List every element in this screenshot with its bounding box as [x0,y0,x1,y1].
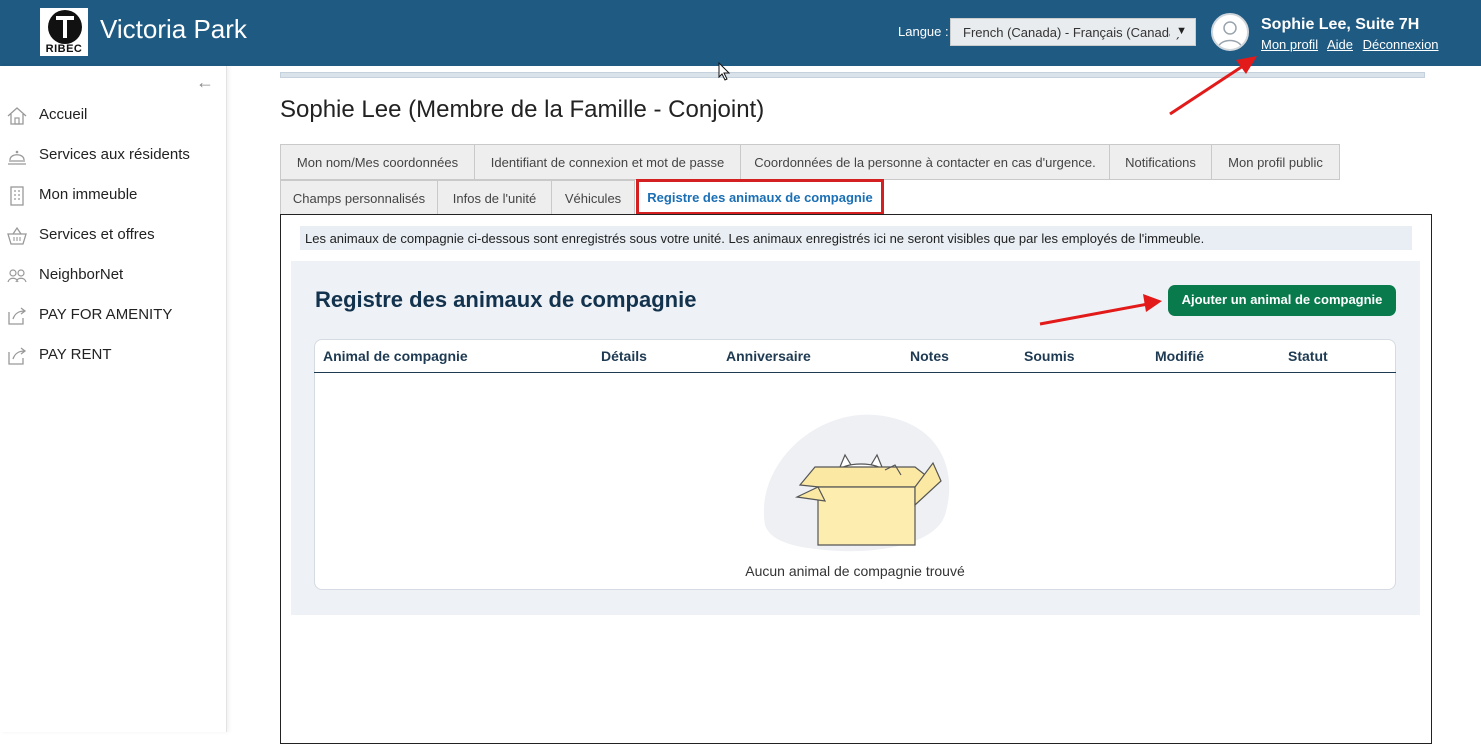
logout-link[interactable]: Déconnexion [1363,37,1439,52]
caret-down-icon: ▼ [1170,25,1187,37]
tab-identifiant[interactable]: Identifiant de connexion et mot de passe [474,144,741,180]
sidebar-item-neighbornet[interactable]: NeighborNet [0,256,226,296]
page-title: Sophie Lee (Membre de la Famille - Conjo… [280,96,765,123]
user-name: Sophie Lee, Suite 7H [1261,16,1420,33]
ribec-logo[interactable]: RIBEC [38,6,90,58]
site-title: Victoria Park [100,14,247,44]
sidebar-item-label: PAY FOR AMENITY [39,306,173,323]
card-title: Registre des animaux de compagnie [315,287,697,312]
column-header[interactable]: Soumis [1024,348,1075,364]
mouse-cursor-icon [718,62,731,81]
tab-infos-unite[interactable]: Infos de l'unité [437,180,552,216]
tab-profil-public[interactable]: Mon profil public [1211,144,1340,180]
empty-state-message: Aucun animal de compagnie trouvé [745,563,965,579]
user-links: Mon profil Aide Déconnexion [1261,37,1445,52]
sidebar-item-label: Accueil [39,106,88,123]
people-icon [7,269,27,283]
basket-icon [7,226,27,245]
language-label: Langue : [898,24,949,39]
sidebar: ← Accueil Services aux résidents Mon imm… [0,66,227,732]
app-header: RIBEC Victoria Park Langue : French (Can… [0,0,1481,66]
info-message: Les animaux de compagnie ci-dessous sont… [300,226,1412,250]
sidebar-item-services-offres[interactable]: Services et offres [0,216,226,256]
column-header[interactable]: Animal de compagnie [323,348,468,364]
column-header[interactable]: Statut [1288,348,1328,364]
sidebar-item-services-residents[interactable]: Services aux résidents [0,136,226,176]
language-select[interactable]: French (Canada) - Français (Canada) ▼ [950,18,1196,46]
user-avatar-icon[interactable] [1211,13,1249,51]
collapse-sidebar-arrow-icon[interactable]: ← [196,72,214,93]
tab-vehicules[interactable]: Véhicules [551,180,635,216]
column-header[interactable]: Modifié [1155,348,1204,364]
tab-contact-urgence[interactable]: Coordonnées de la personne à contacter e… [740,144,1110,180]
language-value: French (Canada) - Français (Canada) [963,25,1181,40]
add-pet-button[interactable]: Ajouter un animal de compagnie [1168,285,1396,316]
column-header[interactable]: Détails [601,348,647,364]
tab-mon-nom[interactable]: Mon nom/Mes coordonnées [280,144,475,180]
sidebar-item-label: PAY RENT [39,346,112,363]
external-link-icon [8,307,27,325]
tab-notifications[interactable]: Notifications [1109,144,1212,180]
cat-in-box-icon [763,414,950,552]
table-header [314,339,1396,373]
sidebar-item-label: Services et offres [39,226,155,243]
progress-strip [280,72,1425,78]
logo-text: RIBEC [45,43,83,55]
tab-champs-personnalises[interactable]: Champs personnalisés [280,180,438,216]
sidebar-item-label: Mon immeuble [39,186,138,203]
sidebar-item-mon-immeuble[interactable]: Mon immeuble [0,176,226,216]
column-header[interactable]: Notes [910,348,949,364]
sidebar-item-accueil[interactable]: Accueil [0,96,226,136]
building-icon [10,186,24,206]
home-icon [7,107,27,125]
sidebar-item-label: Services aux résidents [39,146,190,163]
my-profile-link[interactable]: Mon profil [1261,37,1318,52]
tab-registre-animaux[interactable]: Registre des animaux de compagnie [636,179,884,215]
concierge-bell-icon [8,150,26,165]
sidebar-item-pay-rent[interactable]: PAY RENT [0,336,226,376]
column-header[interactable]: Anniversaire [726,348,811,364]
help-link[interactable]: Aide [1327,37,1353,52]
sidebar-item-pay-for-amenity[interactable]: PAY FOR AMENITY [0,296,226,336]
external-link-icon [8,347,27,365]
sidebar-item-label: NeighborNet [39,266,124,283]
